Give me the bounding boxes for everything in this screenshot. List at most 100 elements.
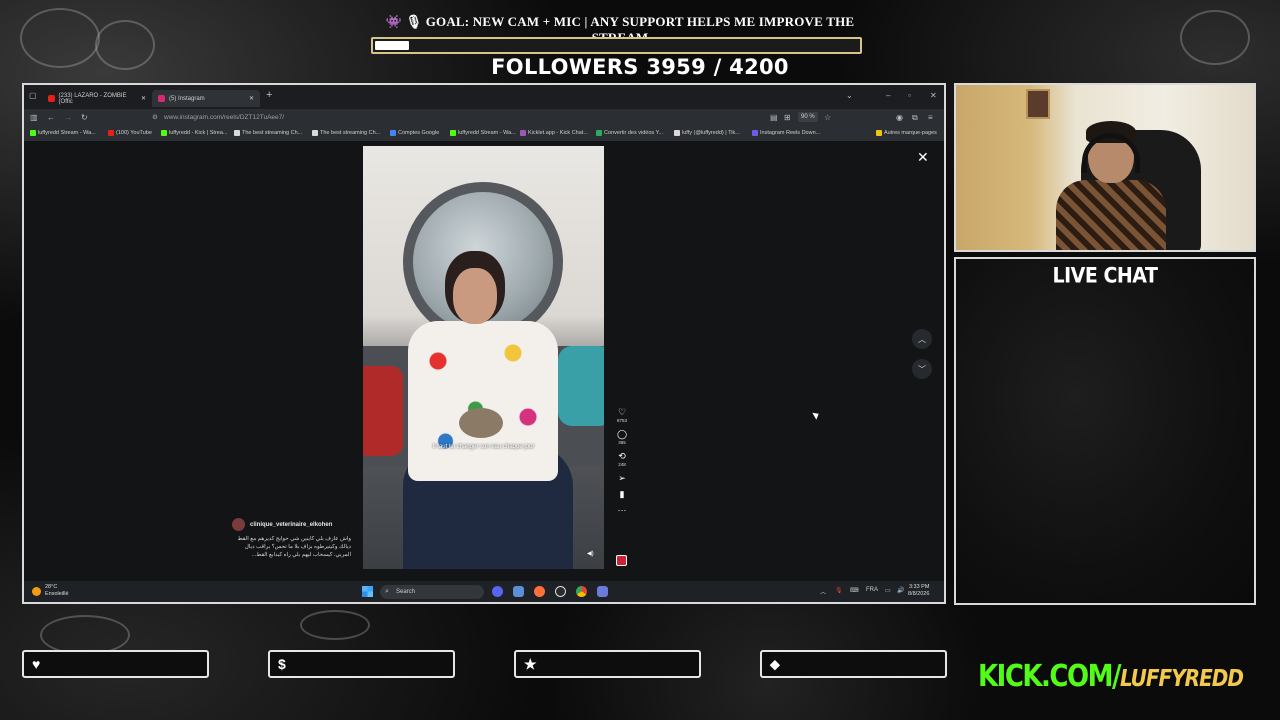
sidebar-toggle-icon[interactable]: ▥ (30, 113, 38, 122)
close-icon[interactable]: ✕ (917, 149, 929, 166)
reel-author[interactable]: clinique_veterinaire_elkohen (232, 518, 332, 531)
tab-menu-icon[interactable]: ▢ (29, 91, 37, 100)
site-info-icon[interactable]: ⚙ (152, 112, 158, 124)
bookmark-item[interactable]: luffy (@luffyredd) | Tik... (674, 130, 740, 136)
forward-icon[interactable]: → (64, 113, 72, 122)
bookmark-item[interactable]: Instagram Reels Down... (752, 130, 820, 136)
screen-capture: ▢ (233) LAZARO - ZOMBIE (Offic ✕ (5) Ins… (22, 83, 946, 604)
tab-youtube[interactable]: (233) LAZARO - ZOMBIE (Offic ✕ (42, 90, 152, 107)
bookmark-item[interactable]: luffyredd - Kick | Strea... (161, 130, 228, 136)
folder-icon (876, 130, 882, 136)
extensions-icon[interactable]: ⧉ (912, 113, 918, 123)
heart-icon: ♥ (32, 656, 41, 672)
bookmark-favicon-icon (752, 130, 758, 136)
mouse-cursor (812, 410, 821, 420)
instagram-icon (158, 95, 165, 102)
zoom-level[interactable]: 90 % (798, 112, 818, 122)
heart-button[interactable]: ♡ 8753 (615, 407, 629, 423)
language-indicator[interactable]: FRA (866, 587, 878, 593)
more-icon: ··· (617, 505, 627, 515)
bookmark-item[interactable]: Kicklet.app - Kick Chat... (520, 130, 588, 136)
weather-widget[interactable]: 28°C Ensoleillé (32, 584, 69, 598)
bookmark-item[interactable]: Convertir des vidéos Y... (596, 130, 663, 136)
streamer-shirt (1056, 180, 1166, 250)
bookmark-favicon-icon (520, 130, 526, 136)
drop-icon: ⬥ (770, 655, 780, 672)
search-icon: ⌕ (385, 588, 389, 595)
clock-time: 3:33 PM (908, 584, 930, 590)
close-tab-icon[interactable]: ✕ (141, 95, 146, 102)
stat-box-star: ★ (514, 650, 701, 678)
chevron-up-icon: ︿ (918, 334, 926, 344)
more-button[interactable]: ··· (615, 505, 629, 515)
bookmark-label: The best streaming Ch... (242, 130, 303, 136)
reel-video[interactable]: Il faut lui changer son eau chaque jour … (363, 146, 604, 569)
profile-icon[interactable]: ◉ (896, 113, 903, 122)
taskbar-clock[interactable]: 3:33 PM 8/8/2026 (908, 584, 929, 598)
ink-swirl (1180, 10, 1250, 65)
mic-icon[interactable]: 🎙 (835, 587, 843, 594)
reel-person-face (453, 268, 497, 324)
close-tab-icon[interactable]: ✕ (249, 95, 254, 102)
share-button[interactable]: ➢ (615, 473, 629, 483)
app-icon[interactable] (597, 586, 608, 597)
close-window-icon[interactable]: ✕ (930, 91, 937, 100)
bookmark-item[interactable]: Comptes Google (390, 130, 439, 136)
translate-icon[interactable]: ⊞ (784, 113, 791, 122)
bookmark-star-icon[interactable]: ☆ (824, 113, 831, 122)
firefox-icon[interactable] (534, 586, 545, 597)
new-tab-button[interactable]: + (266, 89, 272, 101)
comment-button[interactable]: ◯ 365 (615, 429, 629, 445)
chrome-icon[interactable] (576, 586, 587, 597)
bookmark-label: Instagram Reels Down... (760, 130, 821, 136)
discord-icon[interactable] (492, 586, 503, 597)
bookmark-item[interactable]: (100) YouTube (108, 130, 152, 136)
address-bar: ▥ ← → ↻ ⚙ www.instagram.com/reels/DZT12T… (24, 109, 944, 127)
bookmark-label: luffyredd Stream - Wa... (38, 130, 96, 136)
ink-swirl (40, 615, 130, 655)
followers-counter: FOLLOWERS 3959 / 4200 (491, 55, 789, 79)
action-count: 8753 (616, 418, 627, 423)
bookmark-item[interactable]: The best streaming Ch... (234, 130, 302, 136)
repost-button[interactable]: ⟲ 248 (615, 451, 629, 467)
next-reel-button[interactable]: ﹀ (912, 359, 932, 379)
wall-picture (1026, 89, 1050, 119)
mute-icon[interactable]: ◀) (587, 550, 594, 557)
tab-instagram[interactable]: (5) Instagram ✕ (152, 90, 260, 107)
network-icon[interactable]: ▭ (885, 587, 891, 594)
reel-caption: Il faut lui changer son eau chaque jour (432, 444, 535, 450)
back-icon[interactable]: ← (47, 113, 55, 122)
bookmark-favicon-icon (674, 130, 680, 136)
calculator-icon[interactable] (513, 586, 524, 597)
obs-icon[interactable] (555, 586, 566, 597)
menu-icon[interactable]: ≡ (928, 113, 933, 122)
maximize-icon[interactable]: ▫ (908, 91, 911, 100)
bookmark-icon: ▮ (619, 489, 625, 499)
bookmarks-bar: luffyredd Stream - Wa... (100) YouTube luf… (24, 127, 944, 141)
bookmark-label: luffy (@luffyredd) | Tik... (682, 130, 740, 136)
tray-chevron-icon[interactable]: ︿ (820, 587, 826, 596)
windows-start-icon[interactable] (362, 586, 373, 597)
taskbar-search[interactable]: ⌕ Search (380, 585, 484, 599)
bookmark-item[interactable]: luffyredd Stream - Wa... (30, 130, 96, 136)
avatar[interactable] (232, 518, 245, 531)
tab-list-icon[interactable]: ⌄ (846, 91, 853, 100)
reload-icon[interactable]: ↻ (81, 113, 88, 122)
bookmark-label: Autres marque-pages (884, 130, 937, 136)
webcam-feed (954, 83, 1256, 252)
reader-mode-icon[interactable]: ▤ (770, 113, 778, 122)
volume-icon[interactable]: 🔊 (897, 587, 904, 594)
bookmark-button[interactable]: ▮ (615, 489, 629, 499)
bookmark-item[interactable]: The best streaming Ch... (312, 130, 380, 136)
keyboard-icon[interactable]: ⌨ (850, 587, 859, 594)
url-field[interactable]: ⚙ www.instagram.com/reels/DZT12TuAee7/ (152, 112, 752, 124)
search-label: Search (396, 589, 416, 595)
author-name[interactable]: clinique_veterinaire_elkohen (250, 522, 332, 528)
bookmark-label: The best streaming Ch... (320, 130, 381, 136)
minimize-icon[interactable]: – (886, 91, 890, 100)
reel-description: واش عارف بلي كاينين شي حوايج كديرهم مع ا… (237, 536, 351, 558)
bookmark-item[interactable]: luffyredd Stream - Wa... (450, 130, 516, 136)
previous-reel-button[interactable]: ︿ (912, 329, 932, 349)
audio-thumbnail[interactable] (616, 555, 627, 566)
bookmark-item[interactable]: Autres marque-pages (876, 130, 937, 136)
